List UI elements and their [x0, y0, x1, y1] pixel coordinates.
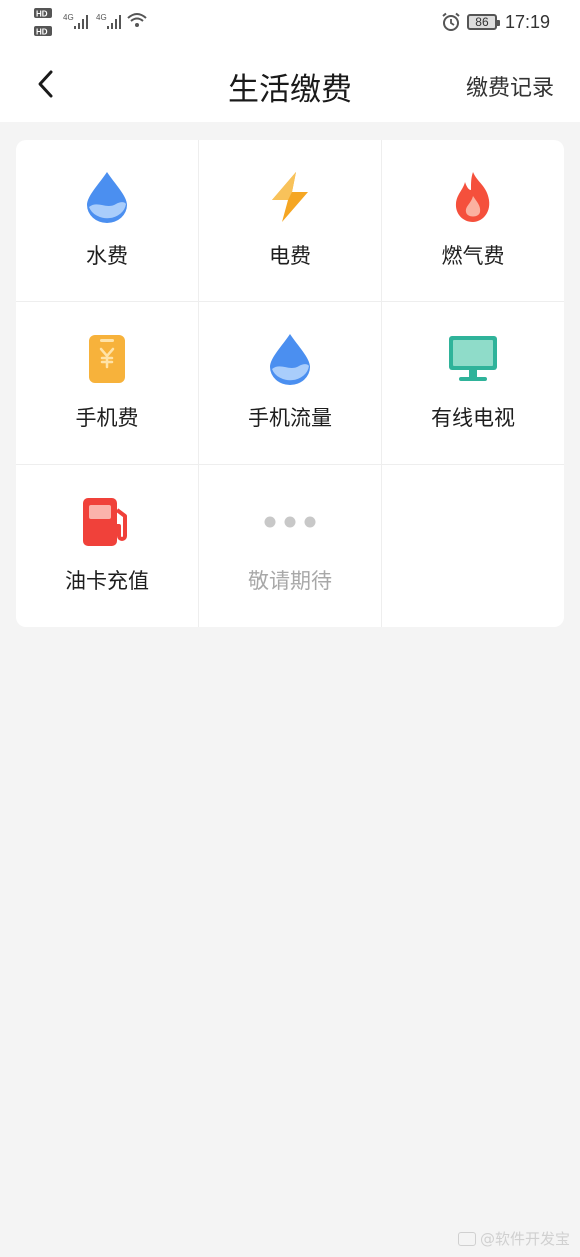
watermark-text: @软件开发宝	[479, 1230, 570, 1248]
service-coming-soon: 敬请期待	[199, 465, 381, 627]
service-label: 水费	[86, 244, 128, 268]
service-label: 有线电视	[431, 406, 515, 430]
water-drop-icon	[263, 332, 317, 386]
service-label: 手机流量	[248, 406, 332, 430]
services-card: 水费 电费 燃气费 手机费 手机流量 有线电视 油卡充值 敬请期待	[16, 140, 564, 627]
empty-cell	[382, 465, 564, 627]
service-label: 敬请期待	[248, 569, 332, 593]
status-time: 17:19	[504, 11, 550, 32]
service-gas[interactable]: 燃气费	[382, 140, 564, 301]
service-electricity[interactable]: 电费	[199, 140, 381, 301]
svg-text:4G: 4G	[63, 13, 74, 22]
lightning-icon	[263, 170, 317, 224]
flame-icon	[446, 170, 500, 224]
payment-records-link[interactable]: 缴费记录	[466, 70, 554, 102]
monitor-icon	[446, 332, 500, 386]
more-dots-icon	[263, 495, 317, 549]
service-label: 燃气费	[441, 244, 505, 268]
service-phone-bill[interactable]: 手机费	[16, 302, 198, 464]
service-label: 电费	[269, 244, 311, 268]
service-label: 手机费	[75, 406, 139, 430]
battery-level: 86	[475, 15, 489, 29]
service-water[interactable]: 水费	[16, 140, 198, 301]
svg-text:4G: 4G	[96, 13, 107, 22]
signal-status-icons: HD HD 4G 4G	[34, 8, 147, 37]
phone-yuan-icon	[80, 332, 134, 386]
alarm-icon	[442, 12, 460, 31]
chevron-left-icon	[38, 70, 53, 98]
service-mobile-data[interactable]: 手机流量	[199, 302, 381, 464]
battery-icon: 86	[466, 14, 500, 30]
service-cable-tv[interactable]: 有线电视	[382, 302, 564, 464]
service-fuel-card[interactable]: 油卡充值	[16, 465, 198, 627]
svg-text:HD: HD	[36, 28, 48, 37]
service-label: 油卡充值	[65, 569, 149, 593]
svg-text:HD: HD	[36, 10, 48, 19]
nav-bar: 生活缴费 缴费记录	[0, 44, 580, 122]
back-button[interactable]	[24, 62, 68, 106]
water-drop-icon	[80, 170, 134, 224]
watermark: @软件开发宝	[457, 1228, 570, 1249]
status-bar: HD HD 4G 4G 86 17:19	[0, 0, 580, 44]
chat-bubble-icon	[457, 1231, 476, 1246]
fuel-pump-icon	[80, 495, 134, 549]
